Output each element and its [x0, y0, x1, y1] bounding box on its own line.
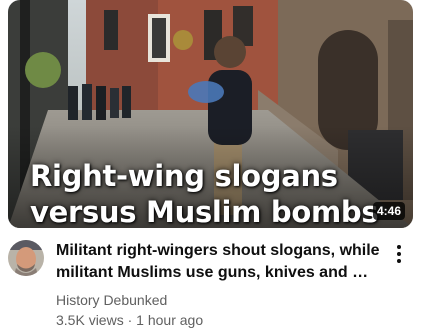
- channel-name[interactable]: History Debunked: [56, 290, 384, 310]
- menu-dot: [397, 245, 401, 249]
- video-thumbnail[interactable]: Right-wing slogans versus Muslim bombs 4…: [8, 0, 413, 228]
- channel-avatar[interactable]: [8, 240, 44, 276]
- avatar-image: [8, 240, 44, 276]
- more-vert-icon[interactable]: [387, 242, 411, 266]
- stats-separator: ·: [123, 312, 137, 328]
- duration-badge: 4:46: [372, 202, 405, 220]
- overlay-line-1: Right-wing slogans: [30, 159, 338, 193]
- menu-dot: [397, 259, 401, 263]
- video-stats: 3.5K views · 1 hour ago: [56, 310, 384, 330]
- overlay-line-2: versus Muslim bombs: [30, 195, 379, 228]
- video-details: Militant right-wingers shout slogans, wh…: [56, 240, 384, 330]
- view-count: 3.5K views: [56, 312, 124, 328]
- upload-age: 1 hour ago: [136, 312, 204, 328]
- video-meta: Militant right-wingers shout slogans, wh…: [8, 240, 413, 332]
- menu-dot: [397, 252, 401, 256]
- video-title[interactable]: Militant right-wingers shout slogans, wh…: [56, 240, 384, 284]
- thumbnail-overlay-text: Right-wing slogans versus Muslim bombs: [30, 158, 390, 228]
